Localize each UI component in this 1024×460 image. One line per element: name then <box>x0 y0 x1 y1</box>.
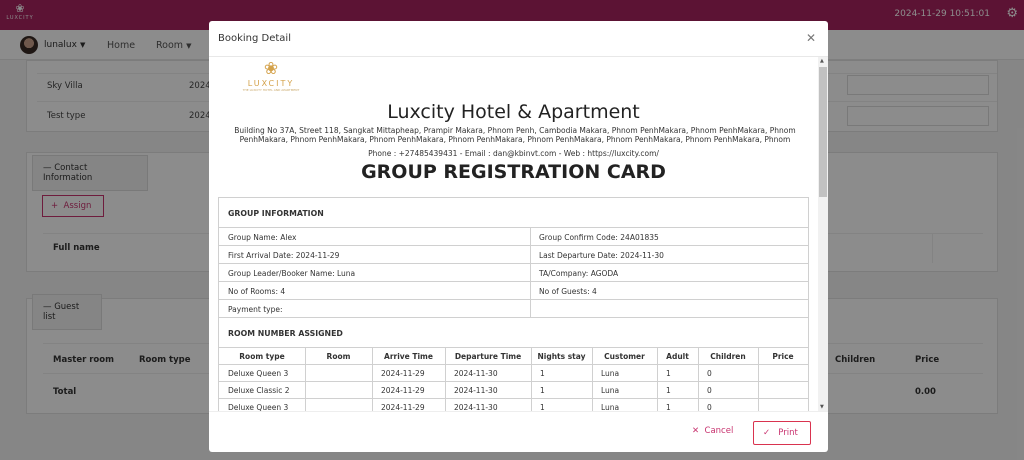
column-header: Departure Time <box>454 352 522 361</box>
close-icon[interactable]: ✕ <box>806 31 816 45</box>
group-cell: No of Guests: 4 <box>539 287 597 296</box>
room-assigned-title: ROOM NUMBER ASSIGNED <box>228 329 343 338</box>
card-title: GROUP REGISTRATION CARD <box>361 161 666 183</box>
scroll-up-icon[interactable]: ▲ <box>820 58 824 64</box>
customer-cell: Luna <box>601 386 620 395</box>
table-row: Payment type: <box>219 300 808 318</box>
print-button[interactable]: ✓ Print <box>753 421 811 445</box>
customer-cell: Luna <box>601 369 620 378</box>
table-row: Deluxe Queen 3 2024-11-29 2024-11-30 1 L… <box>219 399 808 411</box>
table-row: Deluxe Queen 3 2024-11-29 2024-11-30 1 L… <box>219 365 808 382</box>
cancel-label: Cancel <box>704 426 734 436</box>
table-row: Group Name: Alex Group Confirm Code: 24A0… <box>219 228 808 246</box>
children-cell: 0 <box>707 386 712 395</box>
adult-cell: 1 <box>666 386 671 395</box>
table-row: No of Rooms: 4 No of Guests: 4 <box>219 282 808 300</box>
nights-cell: 1 <box>540 369 545 378</box>
adult-cell: 1 <box>666 369 671 378</box>
column-header: Arrive Time <box>384 352 433 361</box>
modal-footer: ✕ Cancel ✓ Print <box>209 411 828 452</box>
customer-cell: Luna <box>601 403 620 411</box>
hotel-logo-sub: THE LUXCITY HOTEL AND APARTMENT <box>242 88 300 92</box>
hotel-contact: Phone : +27485439431 - Email : dan@kbinv… <box>368 149 659 158</box>
group-cell: Group Leader/Booker Name: Luna <box>228 269 356 278</box>
lotus-icon: ❀ <box>263 59 279 79</box>
children-cell: 0 <box>707 403 712 411</box>
close-icon: ✕ <box>692 426 700 436</box>
table-row: Deluxe Classic 2 2024-11-29 2024-11-30 1… <box>219 382 808 399</box>
table-row: Group Leader/Booker Name: Luna TA/Company… <box>219 264 808 282</box>
print-label: Print <box>778 428 798 438</box>
arrive-cell: 2024-11-29 <box>381 369 425 378</box>
group-cell: TA/Company: AGODA <box>539 269 619 278</box>
group-info-table: GROUP INFORMATION Group Name: Alex Group … <box>218 197 809 411</box>
column-header: Room type <box>239 352 285 361</box>
room-table: Room type Room Arrive Time Departure Tim… <box>219 348 808 411</box>
group-cell: Group Name: Alex <box>228 233 297 242</box>
group-info-title: GROUP INFORMATION <box>228 209 324 218</box>
group-cell: Last Departure Date: 2024-11-30 <box>539 251 664 260</box>
hotel-name: Luxcity Hotel & Apartment <box>387 101 640 123</box>
cancel-button[interactable]: ✕ Cancel <box>692 426 733 436</box>
column-header: Children <box>710 352 746 361</box>
check-icon: ✓ <box>763 428 771 438</box>
room-type-cell: Deluxe Classic 2 <box>228 386 290 395</box>
hotel-logo: ❀ LUXCITY THE LUXCITY HOTEL AND APARTMEN… <box>237 59 305 99</box>
nights-cell: 1 <box>540 403 545 411</box>
children-cell: 0 <box>707 369 712 378</box>
hotel-logo-word: LUXCITY <box>247 79 295 88</box>
arrive-cell: 2024-11-29 <box>381 386 425 395</box>
modal-header: Booking Detail ✕ <box>209 21 828 57</box>
group-cell: Group Confirm Code: 24A01835 <box>539 233 659 242</box>
group-cell: Payment type: <box>228 305 283 314</box>
booking-detail-modal: Booking Detail ✕ ❀ LUXCITY THE LUXCITY H… <box>209 21 828 452</box>
modal-body[interactable]: ❀ LUXCITY THE LUXCITY HOTEL AND APARTMEN… <box>209 57 828 411</box>
room-table-header: Room type Room Arrive Time Departure Tim… <box>219 348 808 365</box>
departure-cell: 2024-11-30 <box>454 369 498 378</box>
room-assigned-header: ROOM NUMBER ASSIGNED <box>219 318 808 348</box>
adult-cell: 1 <box>666 403 671 411</box>
departure-cell: 2024-11-30 <box>454 403 498 411</box>
room-type-cell: Deluxe Queen 3 <box>228 403 289 411</box>
group-info-header: GROUP INFORMATION <box>219 198 808 228</box>
column-header: Room <box>326 352 351 361</box>
hotel-address: Building No 37A, Street 118, Sangkat Mit… <box>234 126 796 144</box>
departure-cell: 2024-11-30 <box>454 386 498 395</box>
column-header: Nights stay <box>537 352 586 361</box>
column-header: Customer <box>604 352 645 361</box>
modal-scrollbar[interactable]: ▲ ▼ <box>818 57 828 411</box>
modal-title: Booking Detail <box>218 33 291 44</box>
column-header: Price <box>772 352 794 361</box>
scroll-down-icon[interactable]: ▼ <box>820 404 824 410</box>
scrollbar-thumb[interactable] <box>819 67 827 197</box>
table-row: First Arrival Date: 2024-11-29 Last Depar… <box>219 246 808 264</box>
arrive-cell: 2024-11-29 <box>381 403 425 411</box>
column-header: Adult <box>666 352 689 361</box>
group-cell: No of Rooms: 4 <box>228 287 286 296</box>
room-type-cell: Deluxe Queen 3 <box>228 369 289 378</box>
nights-cell: 1 <box>540 386 545 395</box>
group-cell: First Arrival Date: 2024-11-29 <box>228 251 340 260</box>
